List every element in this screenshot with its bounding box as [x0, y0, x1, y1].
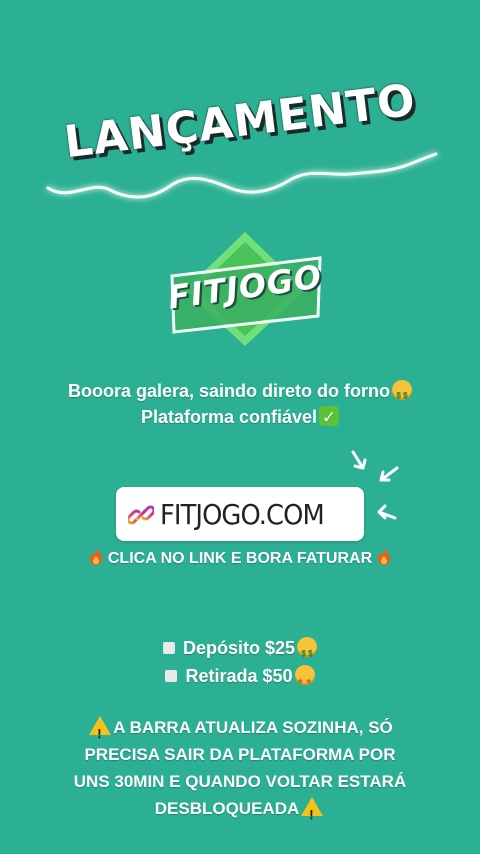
- warning-line-3: UNS 30MIN E QUANDO VOLTAR ESTARÁ: [73, 772, 407, 791]
- intro-line-1-text: Booora galera, saindo direto do forno: [67, 381, 391, 401]
- list-item-withdrawal: Retirada $50: [60, 662, 420, 696]
- square-bullet-icon: [162, 642, 175, 654]
- intro-text: Booora galera, saindo direto do forno Pl…: [20, 378, 460, 431]
- cta-text: CLICA NO LINK E BORA FATURAR: [40, 548, 440, 568]
- square-bullet-icon: [165, 670, 178, 682]
- fire-icon: [90, 548, 103, 565]
- intro-line-2-text: Plataforma confiável: [140, 407, 318, 427]
- list-item-deposit: Depósito $25: [60, 634, 420, 668]
- money-mouth-face-icon: [297, 637, 318, 668]
- fitjogo-logo: FITJOGO: [160, 228, 330, 348]
- warning-line-4: DESBLOQUEADA: [20, 795, 460, 828]
- withdrawal-text: Retirada $50: [185, 666, 293, 686]
- link-icon: [128, 505, 154, 525]
- warning-icon: [301, 797, 324, 828]
- warning-line-2: PRECISA SAIR DA PLATAFORMA POR: [84, 745, 396, 764]
- link-label: FITJOGO.COM: [160, 498, 325, 531]
- intro-line-1: Booora galera, saindo direto do forno: [20, 378, 460, 409]
- cta-label: CLICA NO LINK E BORA FATURAR: [107, 550, 373, 567]
- fire-icon: [377, 548, 390, 565]
- warning-line-1-text: A BARRA ATUALIZA SOZINHA, SÓ: [113, 718, 393, 737]
- warning-line-1: A BARRA ATUALIZA SOZINHA, SÓ: [20, 714, 460, 747]
- warning-icon: [89, 716, 112, 747]
- info-list: Depósito $25 Retirada $50: [60, 634, 420, 696]
- check-mark-icon: [319, 405, 340, 431]
- star-struck-face-icon: [294, 665, 315, 696]
- link-button[interactable]: FITJOGO.COM: [116, 487, 364, 541]
- money-mouth-face-icon: [392, 380, 413, 409]
- warning-text: A BARRA ATUALIZA SOZINHA, SÓ PRECISA SAI…: [20, 714, 460, 828]
- deposit-text: Depósito $25: [182, 638, 296, 658]
- warning-line-4-text: DESBLOQUEADA: [154, 799, 300, 818]
